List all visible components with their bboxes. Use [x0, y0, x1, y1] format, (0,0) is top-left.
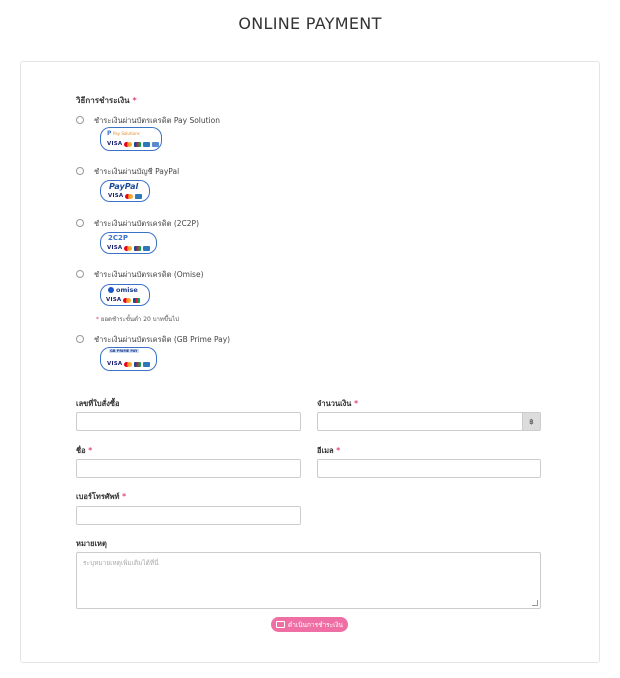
radio-paypal[interactable] [76, 167, 84, 175]
mastercard-icon [124, 141, 133, 147]
omise-logo: omise VISA [100, 284, 150, 306]
visa-icon: VISA [107, 245, 123, 251]
jcb-icon [134, 245, 142, 251]
mastercard-icon [123, 297, 132, 303]
visa-icon: VISA [106, 297, 122, 303]
amex-icon [143, 361, 151, 367]
gbprimepay-logo: GB PRIME PAY VISA [100, 347, 157, 371]
proceed-payment-button[interactable]: ดำเนินการชำระเงิน [271, 617, 348, 632]
card-icon [152, 141, 160, 147]
payment-icon [276, 621, 286, 628]
radio-omise[interactable] [76, 270, 84, 278]
baht-currency-addon: ฿ [522, 413, 540, 430]
payment-option-label: ชำระเงินผ่านบัตรเครดิต Pay Solution [94, 116, 220, 125]
mastercard-icon [125, 193, 134, 199]
amex-icon [143, 245, 151, 251]
radio-2c2p[interactable] [76, 219, 84, 227]
note-textarea[interactable]: ระบุหมายเหตุเพิ่มเติมได้ที่นี่ [76, 552, 541, 609]
mastercard-icon [124, 245, 133, 251]
jcb-icon [134, 141, 142, 147]
payment-option-label: ชำระเงินผ่านบัญชี PayPal [94, 167, 180, 176]
name-input[interactable] [76, 459, 301, 478]
page-title: ONLINE PAYMENT [238, 14, 382, 33]
amount-input[interactable]: ฿ [317, 412, 541, 431]
payment-method-label: วิธีการชำระเงิน * [76, 96, 137, 105]
visa-icon: VISA [107, 141, 123, 147]
mastercard-icon [124, 361, 133, 367]
radio-gbprimepay[interactable] [76, 335, 84, 343]
email-input[interactable] [317, 459, 541, 478]
phone-label: เบอร์โทรศัพท์ * [76, 492, 127, 501]
amex-icon [143, 141, 151, 147]
paypal-logo: PayPal VISA [100, 180, 150, 202]
omise-circle-icon [108, 287, 114, 293]
required-mark: * [132, 96, 137, 105]
jcb-icon [133, 297, 141, 303]
omise-minimum-note: * ยอดชำระขั้นต่ำ 20 บาทขึ้นไป [96, 316, 179, 323]
phone-input[interactable] [76, 506, 301, 525]
name-label: ชื่อ * [76, 446, 93, 455]
order-number-label: เลขที่ใบสั่งซื้อ [76, 399, 120, 408]
resize-handle-icon[interactable] [532, 600, 538, 606]
note-placeholder: ระบุหมายเหตุเพิ่มเติมได้ที่นี่ [83, 559, 159, 567]
payment-option-label: ชำระเงินผ่านบัตรเครดิต (2C2P) [94, 219, 199, 228]
payment-option-label: ชำระเงินผ่านบัตรเครดิต (GB Prime Pay) [94, 335, 231, 344]
order-number-input[interactable] [76, 412, 301, 431]
amex-icon [135, 193, 143, 199]
payment-option-label: ชำระเงินผ่านบัตรเครดิต (Omise) [94, 270, 204, 279]
pay-solution-logo: P Pay Solutions VISA [100, 127, 162, 151]
visa-icon: VISA [108, 193, 124, 199]
visa-icon: VISA [107, 361, 123, 367]
2c2p-logo: 2C2P VISA [100, 232, 157, 254]
email-label: อีเมล * [317, 446, 341, 455]
note-label: หมายเหตุ [76, 539, 107, 548]
jcb-icon [134, 361, 142, 367]
radio-pay-solution[interactable] [76, 116, 84, 124]
amount-label: จำนวนเงิน * [317, 399, 358, 408]
